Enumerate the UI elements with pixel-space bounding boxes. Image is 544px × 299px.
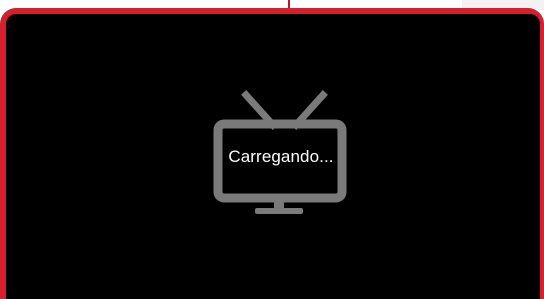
loading-status-text: Carregando... <box>228 147 334 166</box>
player-container: Carregando... <box>0 0 544 299</box>
video-player[interactable]: Carregando... <box>6 14 540 299</box>
